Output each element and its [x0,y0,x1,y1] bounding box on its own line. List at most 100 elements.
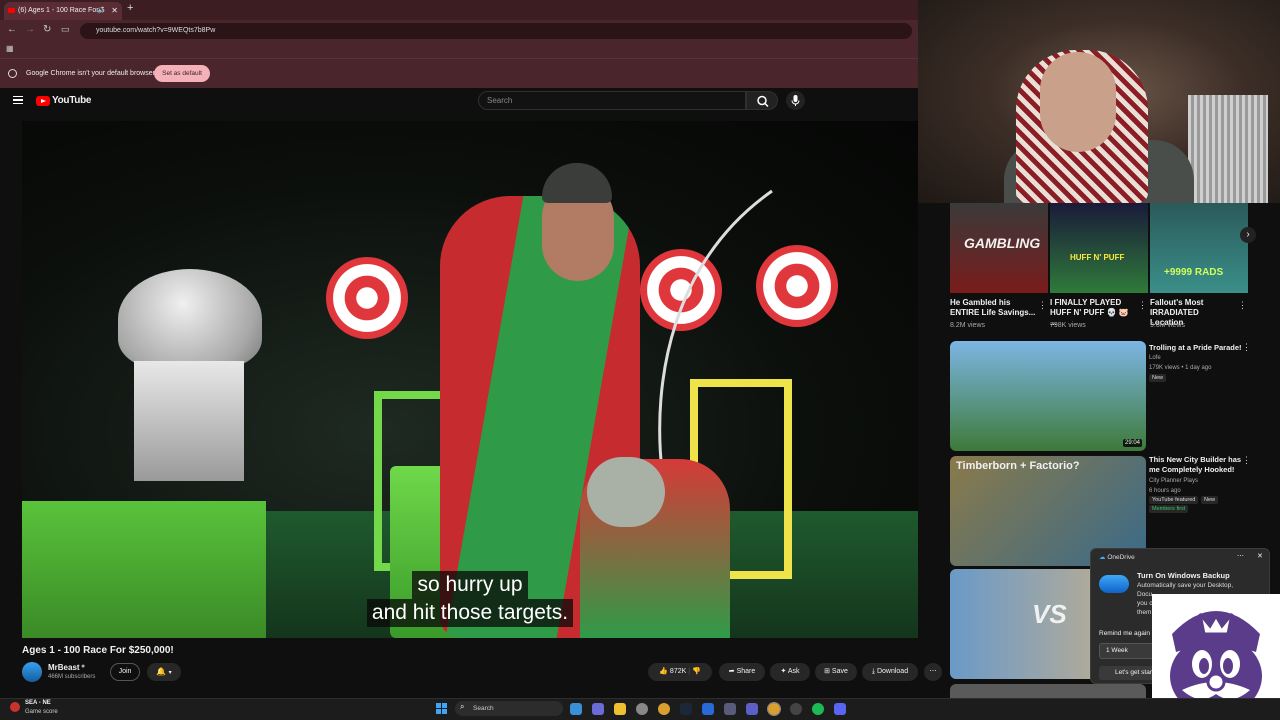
video-title: Ages 1 - 100 Race For $250,000! [22,645,174,656]
chrome-active-icon[interactable] [767,702,781,716]
close-icon[interactable]: ✕ [1257,552,1263,560]
webcam-overlay [918,0,1280,203]
more-actions-button[interactable]: ⋯ [924,663,942,681]
share-label: Share [736,668,756,675]
reload-icon[interactable]: ↻ [43,24,51,35]
browser-tab-bar: (6) Ages 1 - 100 Race For $ 🔈 ✕ + [0,0,918,20]
toast-line: Automatically save your Desktop, [1137,582,1234,589]
members-first-badge: Members first [1149,505,1189,513]
video-title[interactable]: Trolling at a Pride Parade! [1149,343,1244,353]
search-placeholder: Search [487,96,513,105]
weather-widget-icon[interactable] [10,702,20,712]
video-player[interactable]: so hurry up and hit those targets. [22,121,918,638]
short-views: 798K views [1050,322,1086,329]
menu-icon[interactable] [13,96,23,104]
short-card[interactable]: GAMBLING [950,203,1048,293]
back-icon[interactable]: ← [7,24,17,35]
short-overlay-text: GAMBLING [964,235,1041,251]
channel-name[interactable]: MrBeast [48,663,80,672]
speaker-icon[interactable]: 🔈 [97,2,106,20]
bookmarks-bar: ▦ [0,42,918,58]
streamer-face [1040,52,1116,152]
infobar-text: Google Chrome isn't your default browser [26,70,155,77]
taskbar-search[interactable]: Search [455,701,563,716]
new-tab-button[interactable]: + [127,2,133,14]
voice-search-button[interactable] [786,91,805,110]
file-explorer-icon[interactable] [614,703,626,715]
browser-tab[interactable]: (6) Ages 1 - 100 Race For $ 🔈 ✕ [4,2,122,20]
onedrive-icon: ☁ [1099,554,1106,561]
forward-icon[interactable]: → [25,24,35,35]
shorts-next-button[interactable]: › [1240,227,1256,243]
video-thumbnail[interactable]: 29:04 [950,341,1146,451]
laundry-basket [1188,95,1268,203]
chrome-icon [8,69,17,78]
channel-name[interactable]: City Planner Plays [1149,476,1198,486]
more-icon[interactable]: ⋮ [1038,300,1047,311]
toast-title: Turn On Windows Backup [1137,571,1230,580]
url-field[interactable]: youtube.com/watch?v=9WEQts7b8Pw [80,23,912,39]
more-icon[interactable]: ⋮ [1238,300,1247,311]
start-menu-icon[interactable] [436,703,447,714]
short-overlay-text: HUFF N' PUFF [1070,253,1125,262]
notification-bell-button[interactable]: 🔔 ▾ [147,663,181,681]
more-icon[interactable]: ⋮ [1242,342,1251,353]
video-thumbnail-partial[interactable] [950,684,1146,698]
notepad-icon[interactable] [702,703,714,715]
obs-icon[interactable] [790,703,802,715]
search-button[interactable] [746,91,778,110]
close-tab-icon[interactable]: ✕ [111,2,118,20]
discord-icon[interactable] [834,703,846,715]
bookmark-icon: ⊞ [824,668,830,675]
toast-more-icon[interactable]: ⋯ [1237,552,1244,560]
short-card[interactable]: HUFF N' PUFF [1050,203,1148,293]
join-button[interactable]: Join [110,663,140,681]
more-icon[interactable]: ⋮ [1138,300,1147,311]
youtube-logo-text[interactable]: YouTube [52,95,92,106]
calculator-icon[interactable] [724,703,736,715]
toast-line: them [1137,609,1152,616]
more-icon: ⋯ [929,668,937,675]
like-button[interactable]: 👍 872K [659,668,686,675]
download-button[interactable]: ⤓ Download [862,663,918,681]
short-views: 9.6M views [1150,322,1186,329]
verified-icon: ● [81,663,86,670]
ask-button[interactable]: ✦ Ask [770,663,810,681]
steam-icon[interactable] [680,703,692,715]
set-default-button[interactable]: Set as default [154,65,210,82]
youtube-logo-icon[interactable] [36,96,50,106]
new-badge: New [1201,496,1219,504]
dislike-icon[interactable]: 👎 [692,668,701,675]
download-label: Download [876,668,909,675]
vpn-icon[interactable] [636,703,648,715]
like-count: 872K [669,668,687,675]
search-icon: ⌕ [460,702,465,711]
copilot-icon[interactable] [592,703,604,715]
video-title[interactable]: This New City Builder has me Completely … [1149,455,1244,475]
channel-name[interactable]: Lofe [1149,353,1161,363]
video-duration: 29:04 [1122,439,1142,447]
remind-interval-value: 1 Week [1106,647,1128,654]
sidebar-toggle-icon[interactable]: ▭ [61,24,70,35]
chrome-icon[interactable] [658,703,670,715]
weather-widget-title[interactable]: SEA - NE [25,700,51,706]
more-icon[interactable]: ⋮ [1242,455,1251,466]
channel-avatar[interactable] [22,662,42,682]
featured-badge: YouTube featured [1149,496,1199,504]
thumbnail-overlay-text: Timberborn + Factorio? [956,460,1080,472]
new-badge: New [1149,374,1167,382]
edge-icon[interactable] [570,703,582,715]
short-card[interactable]: +9999 RADS [1150,203,1248,293]
apps-grid-icon[interactable]: ▦ [6,44,14,53]
share-button[interactable]: ➦ Share [719,663,765,681]
search-input[interactable]: Search [478,91,746,110]
subtitle-caption: so hurry up and hit those targets. [22,571,918,627]
short-title[interactable]: He Gambled his ENTIRE Life Savings... [950,298,1042,318]
save-button[interactable]: ⊞ Save [815,663,857,681]
download-icon: ⤓ [871,668,875,675]
short-thumbnail [1050,203,1148,293]
teams-icon[interactable] [746,703,758,715]
url-text: youtube.com/watch?v=9WEQts7b8Pw [96,27,216,34]
spotify-icon[interactable] [812,703,824,715]
default-browser-infobar: Google Chrome isn't your default browser [0,58,918,88]
